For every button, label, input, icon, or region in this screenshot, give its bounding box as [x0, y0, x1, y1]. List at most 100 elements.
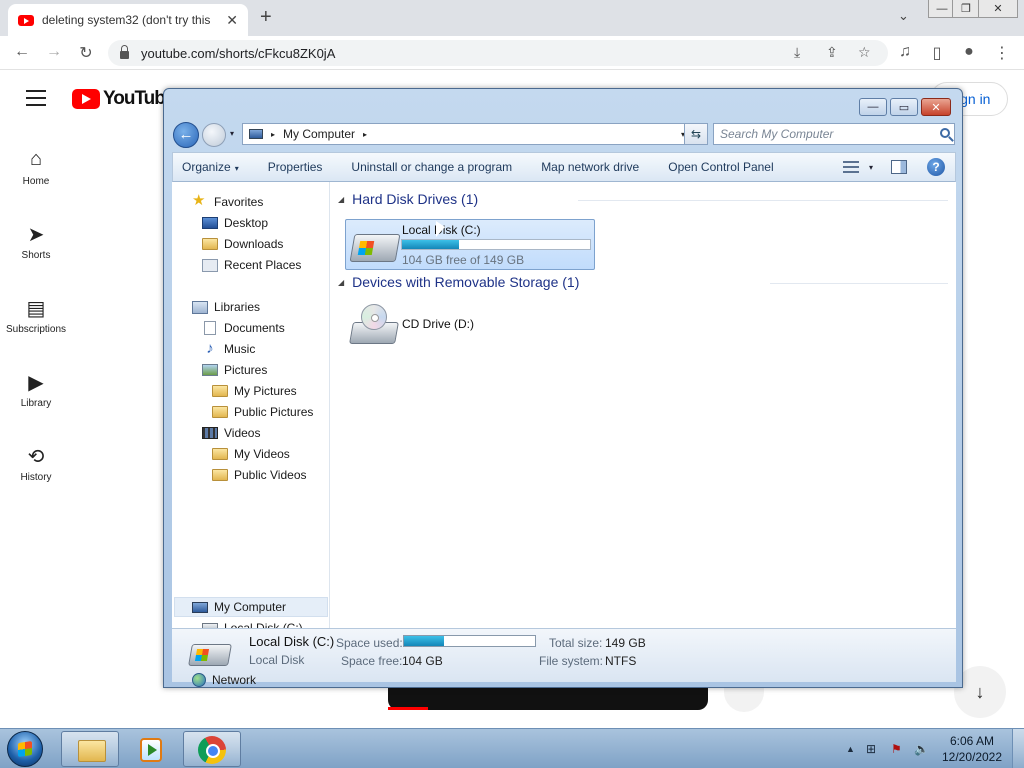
nav-item-favorites[interactable]: ★ Favorites [192, 192, 263, 212]
browser-tab[interactable]: deleting system32 (don't try this ✕ [8, 4, 248, 36]
hamburger-menu-icon[interactable] [26, 90, 46, 111]
nav-item-recent-places[interactable]: Recent Places [202, 255, 301, 275]
nav-item-label: Favorites [214, 195, 264, 209]
taskbar-explorer-button[interactable] [61, 731, 119, 767]
properties-button[interactable]: Properties [259, 160, 333, 174]
browser-menu-icon[interactable]: ⋮ [992, 43, 1012, 63]
breadcrumb-arrow-icon[interactable]: ▸ [363, 130, 367, 139]
browser-restore-button[interactable]: ❐ [952, 0, 980, 18]
tab-search-icon[interactable]: ⌄ [898, 8, 909, 24]
video-progress-bar[interactable] [388, 707, 428, 710]
preview-pane-icon[interactable] [891, 160, 907, 174]
nav-item-my-pictures[interactable]: My Pictures [212, 381, 297, 401]
explorer-address-bar[interactable]: ▸ My Computer ▸ ▾ [242, 123, 692, 145]
nav-home[interactable]: ⌂ Home [0, 148, 72, 187]
group-hard-disk-drives[interactable]: ◢ Hard Disk Drives (1) [338, 191, 478, 207]
organize-button[interactable]: Organize ▾ [173, 160, 249, 174]
group-removable-storage[interactable]: ◢ Devices with Removable Storage (1) [338, 274, 579, 290]
nav-library[interactable]: ▶ Library [0, 370, 72, 409]
explorer-window-buttons: — ▭ ✕ [856, 98, 951, 116]
back-arrow-icon[interactable]: ← [12, 43, 32, 61]
explorer-minimize-button[interactable]: — [859, 98, 887, 116]
share-icon[interactable]: ⇪ [826, 44, 838, 61]
cd-drive-tile[interactable]: CD Drive (D:) [345, 302, 595, 354]
nav-item-pictures[interactable]: Pictures [202, 360, 267, 380]
volume-icon[interactable]: 🔈 [914, 742, 929, 756]
folder-icon [212, 448, 228, 460]
reload-icon[interactable]: ↻ [76, 43, 96, 63]
folder-icon [78, 740, 106, 762]
total-size-label: Total size: [549, 636, 603, 650]
network-icon [192, 673, 206, 687]
nav-item-my-computer[interactable]: My Computer [192, 597, 286, 617]
history-dropdown-icon[interactable]: ▾ [230, 129, 234, 138]
media-control-icon[interactable]: ♫ [895, 43, 915, 61]
map-network-drive-button[interactable]: Map network drive [532, 160, 649, 174]
start-button[interactable] [7, 731, 43, 767]
uninstall-program-button[interactable]: Uninstall or change a program [342, 160, 522, 174]
profile-avatar-icon[interactable]: ● [959, 43, 979, 61]
youtube-logo[interactable]: YouTube [72, 88, 175, 110]
search-icon[interactable] [940, 128, 950, 138]
media-player-icon [140, 738, 162, 762]
command-bar: Organize ▾ Properties Uninstall or change… [172, 152, 956, 182]
folder-icon [212, 385, 228, 397]
bookmark-star-icon[interactable]: ☆ [858, 44, 871, 61]
lock-icon[interactable] [120, 45, 129, 59]
install-icon[interactable]: ⤓ [794, 44, 800, 61]
windows-flag-icon [18, 741, 32, 757]
taskbar-clock[interactable]: 6:06 AM 12/20/2022 [936, 733, 1008, 765]
url-text[interactable]: youtube.com/shorts/cFkcu8ZK0jA [141, 46, 335, 61]
nav-item-network[interactable]: Network [192, 670, 256, 690]
nav-item-libraries[interactable]: Libraries [192, 297, 260, 317]
open-control-panel-button[interactable]: Open Control Panel [659, 160, 783, 174]
nav-item-label: My Pictures [234, 384, 297, 398]
tab-close-icon[interactable]: ✕ [226, 12, 238, 29]
explorer-close-button[interactable]: ✕ [921, 98, 951, 116]
channel-avatar[interactable] [724, 684, 764, 712]
nav-item-my-videos[interactable]: My Videos [212, 444, 290, 464]
nav-item-label: Videos [224, 426, 261, 440]
collapse-triangle-icon[interactable]: ◢ [338, 278, 344, 287]
breadcrumb-my-computer[interactable]: My Computer [283, 127, 355, 141]
nav-item-public-videos[interactable]: Public Videos [212, 465, 307, 485]
taskbar-chrome-button[interactable] [183, 731, 241, 767]
nav-history[interactable]: ⟲ History [0, 444, 72, 483]
forward-arrow-icon[interactable]: → [44, 43, 64, 61]
browser-close-button[interactable]: ✕ [978, 0, 1018, 18]
nav-item-public-pictures[interactable]: Public Pictures [212, 402, 313, 422]
local-disk-tile[interactable]: Local Disk (C:) 104 GB free of 149 GB [345, 219, 595, 270]
side-panel-icon[interactable]: ▯ [927, 43, 947, 63]
new-tab-button[interactable]: + [260, 6, 272, 29]
collapse-triangle-icon[interactable]: ◢ [338, 195, 344, 204]
change-view-icon[interactable] [842, 161, 859, 173]
nav-item-label: Music [224, 342, 256, 356]
taskbar-media-player-button[interactable] [122, 731, 180, 767]
nav-item-music[interactable]: ♪ Music [202, 339, 255, 359]
nav-subscriptions[interactable]: ▤ Subscriptions [0, 296, 72, 335]
short-video-player[interactable] [388, 688, 708, 710]
explorer-forward-icon[interactable] [202, 123, 226, 147]
show-desktop-button[interactable] [1012, 729, 1024, 768]
nav-item-videos[interactable]: Videos [202, 423, 260, 443]
network-tray-icon[interactable]: ⊞ [866, 742, 876, 756]
explorer-search-input[interactable]: Search My Computer [713, 123, 955, 145]
breadcrumb-arrow-icon[interactable]: ▸ [271, 130, 275, 139]
nav-item-downloads[interactable]: Downloads [202, 234, 283, 254]
view-dropdown-icon[interactable]: ▾ [869, 163, 873, 172]
nav-item-desktop[interactable]: Desktop [202, 213, 268, 233]
action-center-flag-icon[interactable]: ⚑ [891, 742, 902, 756]
nav-item-documents[interactable]: Documents [202, 318, 285, 338]
music-icon: ♪ [206, 340, 214, 357]
explorer-window: — ▭ ✕ ← ▾ ▸ My Computer ▸ ▾ ⇆ Search My … [163, 88, 963, 688]
help-icon[interactable]: ? [927, 158, 945, 176]
show-hidden-icons-icon[interactable]: ▲ [846, 744, 855, 754]
explorer-maximize-button[interactable]: ▭ [890, 98, 918, 116]
nav-shorts[interactable]: ➤ Shorts [0, 222, 72, 261]
refresh-icon[interactable]: ⇆ [684, 123, 708, 145]
history-icon: ⟲ [27, 446, 45, 468]
space-free-label: Space free: [341, 654, 403, 668]
explorer-back-icon[interactable]: ← [173, 122, 199, 148]
nav-item-label: Public Pictures [234, 405, 314, 419]
address-bar[interactable]: youtube.com/shorts/cFkcu8ZK0jA ⤓ ⇪ ☆ [108, 40, 888, 66]
